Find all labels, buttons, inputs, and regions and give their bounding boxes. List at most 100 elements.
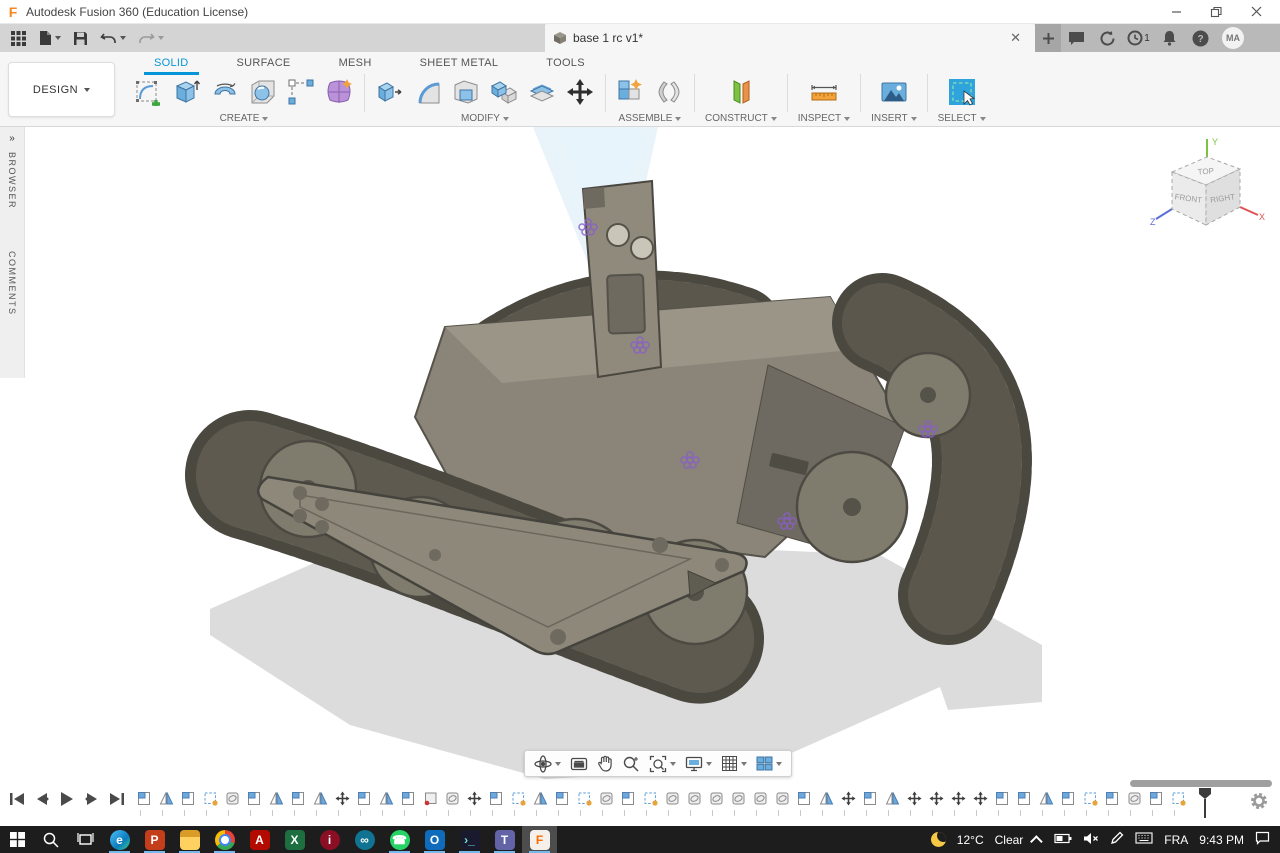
fillet-icon[interactable] — [413, 77, 443, 107]
close-button[interactable] — [1236, 0, 1276, 23]
taskbar-app-whatsapp[interactable]: ☎ — [382, 826, 417, 853]
timeline-feature-sketch-icon[interactable] — [642, 790, 658, 806]
joint-icon[interactable] — [654, 77, 684, 107]
timeline-feature-move-icon[interactable] — [906, 790, 922, 806]
new-document-tab-button[interactable] — [1035, 24, 1061, 52]
weather-temperature[interactable]: 12°C — [957, 833, 984, 847]
timeline-feature-flag-icon[interactable] — [1104, 790, 1120, 806]
help-icon[interactable]: ? — [1185, 24, 1216, 52]
timeline-feature-move-icon[interactable] — [840, 790, 856, 806]
shell-icon[interactable] — [451, 77, 481, 107]
document-close-icon[interactable]: ✕ — [1004, 30, 1027, 46]
data-panel-clock-icon[interactable]: 1 — [1123, 24, 1154, 52]
timeline-feature-flag-icon[interactable] — [136, 790, 152, 806]
viewports-icon[interactable] — [753, 754, 785, 773]
hole-icon[interactable] — [248, 77, 278, 107]
step-back-icon[interactable] — [33, 790, 51, 808]
timeline-feature-move-icon[interactable] — [466, 790, 482, 806]
taskbar-app-excel[interactable]: X — [277, 826, 312, 853]
assemble-dropdown[interactable]: ASSEMBLE — [619, 113, 682, 124]
taskbar-search-icon[interactable] — [34, 826, 68, 853]
workspace-switcher[interactable]: DESIGN — [8, 62, 115, 117]
timeline-feature-triangle-icon[interactable] — [818, 790, 834, 806]
tab-mesh[interactable]: MESH — [315, 55, 396, 73]
display-settings-icon[interactable] — [682, 754, 715, 774]
timeline-feature-form-icon[interactable] — [664, 790, 680, 806]
inspect-dropdown[interactable]: INSPECT — [798, 113, 851, 124]
go-to-start-icon[interactable] — [8, 790, 26, 808]
look-at-icon[interactable] — [567, 754, 591, 774]
notifications-bell-icon[interactable] — [1154, 24, 1185, 52]
create-dropdown[interactable]: CREATE — [220, 113, 269, 124]
volume-muted-icon[interactable] — [1083, 832, 1099, 848]
timeline-feature-sketch-icon[interactable] — [1170, 790, 1186, 806]
timeline-feature-flag-icon[interactable] — [1016, 790, 1032, 806]
grid-settings-icon[interactable] — [718, 753, 750, 774]
measure-icon[interactable] — [809, 77, 839, 107]
timeline-feature-flag-icon[interactable] — [1148, 790, 1164, 806]
hidden-icons-chevron[interactable] — [1030, 835, 1044, 848]
task-view-icon[interactable] — [68, 826, 102, 853]
timeline-feature-form-icon[interactable] — [708, 790, 724, 806]
battery-icon[interactable] — [1054, 833, 1072, 847]
start-button[interactable] — [0, 826, 34, 853]
taskbar-app-outlook[interactable]: O — [417, 826, 452, 853]
document-tab[interactable]: base 1 rc v1* ✕ — [545, 24, 1035, 52]
feedback-comment-icon[interactable] — [1061, 24, 1092, 52]
taskbar-app-info-app[interactable]: i — [312, 826, 347, 853]
pattern-icon[interactable] — [286, 77, 316, 107]
taskbar-app-acrobat[interactable]: A — [242, 826, 277, 853]
timeline-feature-sketch-icon[interactable] — [576, 790, 592, 806]
go-to-end-icon[interactable] — [108, 790, 126, 808]
timeline-feature-flag-icon[interactable] — [1060, 790, 1076, 806]
touch-keyboard-icon[interactable] — [1135, 832, 1153, 847]
timeline-feature-flag-icon[interactable] — [400, 790, 416, 806]
timeline-feature-flag-icon[interactable] — [246, 790, 262, 806]
timeline-feature-flag-icon[interactable] — [290, 790, 306, 806]
timeline-feature-form-icon[interactable] — [598, 790, 614, 806]
timeline-feature-form-icon[interactable] — [444, 790, 460, 806]
combine-icon[interactable] — [489, 77, 519, 107]
timeline-feature-flag-icon[interactable] — [862, 790, 878, 806]
timeline-feature-flag-icon[interactable] — [620, 790, 636, 806]
timeline-feature-form-icon[interactable] — [686, 790, 702, 806]
select-tool-icon[interactable] — [947, 77, 977, 107]
timeline-position-marker[interactable] — [1199, 788, 1211, 818]
fit-icon[interactable] — [646, 753, 679, 775]
user-avatar[interactable]: MA — [1222, 27, 1244, 49]
timeline-feature-flag-icon[interactable] — [180, 790, 196, 806]
timeline-scrollbar[interactable] — [1130, 780, 1272, 787]
construct-dropdown[interactable]: CONSTRUCT — [705, 113, 777, 124]
press-pull-icon[interactable] — [375, 77, 405, 107]
taskbar-app-fusion360[interactable]: F — [522, 826, 557, 853]
taskbar-app-pycharm[interactable]: ›_ — [452, 826, 487, 853]
undo-button[interactable] — [95, 26, 131, 50]
taskbar-app-file-explorer[interactable] — [172, 826, 207, 853]
timeline-feature-move-icon[interactable] — [928, 790, 944, 806]
timeline-feature-flag-icon[interactable] — [554, 790, 570, 806]
keyboard-language[interactable]: FRA — [1164, 833, 1188, 847]
model-viewport[interactable]: » BROWSER COMMENTS Y X Z TOP FRONT RIGHT — [0, 127, 1280, 826]
timeline-feature-triangle-icon[interactable] — [312, 790, 328, 806]
viewcube-top-face[interactable]: TOP — [1197, 166, 1214, 176]
construct-plane-icon[interactable] — [726, 77, 756, 107]
revolve-icon[interactable] — [210, 77, 240, 107]
timeline-feature-triangle-icon[interactable] — [378, 790, 394, 806]
pan-icon[interactable] — [594, 753, 616, 774]
timeline-feature-flag-icon[interactable] — [488, 790, 504, 806]
timeline-feature-triangle-icon[interactable] — [158, 790, 174, 806]
timeline-feature-form-icon[interactable] — [224, 790, 240, 806]
play-icon[interactable] — [58, 790, 76, 808]
insert-canvas-icon[interactable] — [879, 77, 909, 107]
taskbar-app-powerpoint[interactable]: P — [137, 826, 172, 853]
move-copy-icon[interactable] — [565, 77, 595, 107]
create-form-icon[interactable] — [324, 77, 354, 107]
timeline-feature-move-icon[interactable] — [334, 790, 350, 806]
timeline-feature-triangle-icon[interactable] — [532, 790, 548, 806]
expand-panel-icon[interactable]: » — [9, 133, 15, 144]
action-center-icon[interactable] — [1255, 831, 1270, 848]
clock-time[interactable]: 9:43 PM — [1199, 833, 1244, 847]
timeline-feature-sketch-icon[interactable] — [510, 790, 526, 806]
weather-moon-icon[interactable] — [930, 832, 946, 847]
taskbar-app-edge[interactable]: e — [102, 826, 137, 853]
